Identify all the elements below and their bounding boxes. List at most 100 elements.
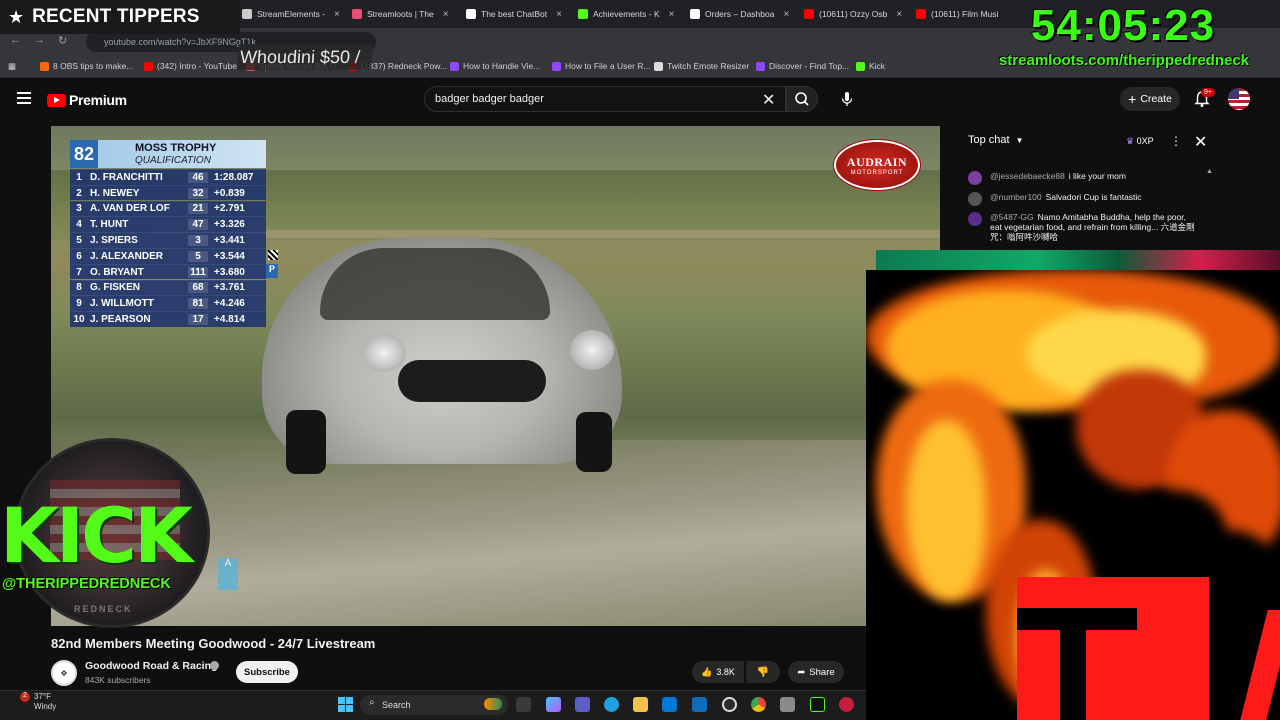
browser-tab[interactable]: Achievements - K ×	[578, 4, 674, 24]
chat-user-avatar[interactable]	[968, 171, 982, 185]
like-button[interactable]: 👍 3.8K	[692, 661, 744, 683]
verified-icon	[210, 661, 219, 670]
teams-icon[interactable]	[575, 697, 590, 712]
pit-indicator-icon: P	[266, 264, 278, 278]
leaderboard-driver: J. WILLMOTT	[90, 298, 154, 310]
leaderboard-position: 9	[76, 298, 82, 310]
bookmark-label: How to File a User R...	[565, 61, 651, 71]
kick-subtext: REDNECK	[74, 604, 133, 614]
like-count: 3.8K	[716, 667, 735, 677]
bookmark-item[interactable]: How to File a User R...	[552, 61, 651, 71]
bookmark-item[interactable]: How to Handle Vie...	[450, 61, 540, 71]
bookmark-label: Discover - Find Top...	[769, 61, 850, 71]
forward-icon[interactable]: →	[34, 34, 45, 46]
search-button[interactable]	[786, 86, 818, 112]
race-car-tyre	[286, 410, 326, 474]
chat-user-avatar[interactable]	[968, 192, 982, 206]
overlay-color-bar	[876, 250, 1280, 270]
windows-start-icon[interactable]	[338, 697, 353, 712]
browser-tab[interactable]: Streamloots | The ×	[352, 4, 449, 24]
chat-mode-selector[interactable]: Top chat ▼	[968, 134, 1024, 146]
leaderboard-gap: +0.839	[214, 187, 245, 199]
leaderboard-subtitle: QUALIFICATION	[135, 155, 211, 166]
close-tab-icon[interactable]: ×	[556, 9, 562, 20]
leaderboard-row: 8 G. FISKEN 68 +3.761	[70, 279, 266, 296]
overlay-badge: A	[218, 558, 238, 590]
close-tab-icon[interactable]: ×	[783, 9, 789, 20]
tab-favicon-icon	[690, 9, 700, 19]
bookmark-item[interactable]: (342) Intro - YouTube	[144, 61, 237, 71]
close-tab-icon[interactable]: ×	[334, 9, 340, 20]
chat-message[interactable]: @5487-GG Namo Amitabha Buddha, help the p…	[968, 212, 1198, 242]
back-icon[interactable]: ←	[10, 34, 21, 46]
chat-message[interactable]: @jessedebaecke88 i like your mom	[968, 171, 1198, 185]
channel-name[interactable]: Goodwood Road & Racing	[85, 660, 217, 672]
bookmark-item[interactable]: Twitch Emote Resizer	[654, 61, 749, 71]
search-input[interactable]: badger badger badger	[424, 86, 786, 112]
obs-icon[interactable]	[722, 697, 737, 712]
reload-icon[interactable]: ↻	[58, 34, 67, 47]
store-icon[interactable]	[662, 697, 677, 712]
file-explorer-icon[interactable]	[633, 697, 648, 712]
browser-tab[interactable]: The best ChatBot ×	[466, 4, 562, 24]
chat-username[interactable]: @jessedebaecke88	[990, 171, 1065, 181]
browser-tab[interactable]: (10611) Film Musi	[916, 4, 998, 24]
create-button[interactable]: + Create	[1120, 87, 1180, 111]
tab-label: (10611) Ozzy Osb	[819, 9, 888, 19]
tab-favicon-icon	[352, 9, 362, 19]
bookmark-item[interactable]: Kick	[856, 61, 885, 71]
youtube-logo[interactable]: Premium	[47, 92, 127, 108]
chat-username[interactable]: @number100	[990, 192, 1042, 202]
leaderboard-driver: J. ALEXANDER	[90, 250, 163, 262]
close-tab-icon[interactable]: ×	[669, 9, 675, 20]
account-avatar[interactable]	[1228, 88, 1250, 110]
leaderboard-gap: +4.814	[214, 314, 245, 326]
share-button[interactable]: ➦ Share	[788, 661, 844, 683]
leaderboard-driver: H. NEWEY	[90, 187, 140, 199]
scroll-up-icon[interactable]: ▲	[1206, 168, 1213, 175]
chat-user-avatar[interactable]	[968, 212, 982, 226]
leaderboard-row: 7 O. BRYANT 111 +3.680	[70, 263, 266, 280]
weather-condition: Windy	[34, 702, 57, 711]
search-icon	[795, 92, 809, 106]
snipping-tool-icon[interactable]	[780, 697, 795, 712]
dislike-button[interactable]: 👎	[746, 661, 780, 683]
terminal-icon[interactable]	[810, 697, 825, 712]
leaderboard-row: 6 J. ALEXANDER 5 +3.544	[70, 248, 266, 264]
recent-tippers-banner: ★ RECENT TIPPERS	[0, 0, 240, 34]
channel-avatar[interactable]: ✥	[51, 660, 77, 686]
task-view-icon[interactable]	[516, 697, 531, 712]
weather-widget[interactable]: 37°F Windy	[8, 692, 56, 712]
taskbar-search-label: Search	[382, 700, 411, 710]
app-icon[interactable]	[839, 697, 854, 712]
hamburger-menu-icon[interactable]	[17, 92, 31, 104]
browser-tab[interactable]: (10611) Ozzy Osb ×	[804, 4, 902, 24]
leaderboard-position: 8	[76, 282, 82, 294]
notification-badge: 9+	[1201, 88, 1215, 97]
share-icon: ➦	[797, 666, 806, 678]
outlook-icon[interactable]	[692, 697, 707, 712]
subscribe-button[interactable]: Subscribe	[236, 661, 298, 683]
edge-icon[interactable]	[604, 697, 619, 712]
browser-tab[interactable]: StreamElements - ×	[242, 4, 340, 24]
bookmark-item[interactable]: 8 OBS tips to make...	[40, 61, 133, 71]
chat-message[interactable]: @number100 Salvadori Cup is fantastic	[968, 192, 1198, 206]
close-tab-icon[interactable]: ×	[443, 9, 449, 20]
leaderboard-row: 10 J. PEARSON 17 +4.814	[70, 311, 266, 327]
bookmark-favicon-icon	[40, 61, 49, 71]
close-tab-icon[interactable]: ×	[896, 9, 902, 20]
browser-tab[interactable]: Orders – Dashboa ×	[690, 4, 789, 24]
voice-search-button[interactable]	[836, 88, 858, 110]
clear-search-icon[interactable]: ✕	[762, 90, 775, 110]
leaderboard-position: 10	[73, 314, 85, 326]
apps-grid-icon[interactable]: ▦	[8, 61, 16, 72]
leaderboard-car-number: 46	[188, 171, 208, 183]
copilot-icon[interactable]	[546, 697, 561, 712]
bookmark-label: 8 OBS tips to make...	[53, 61, 134, 71]
chat-username[interactable]: @5487-GG	[990, 212, 1034, 222]
chat-scrollbar[interactable]: ▲	[1206, 160, 1216, 244]
bookmark-item[interactable]: Discover - Find Top...	[756, 61, 849, 71]
more-options-icon[interactable]: ⋮	[1170, 134, 1182, 148]
chrome-icon[interactable]	[751, 697, 766, 712]
close-chat-icon[interactable]: ✕	[1194, 132, 1207, 152]
